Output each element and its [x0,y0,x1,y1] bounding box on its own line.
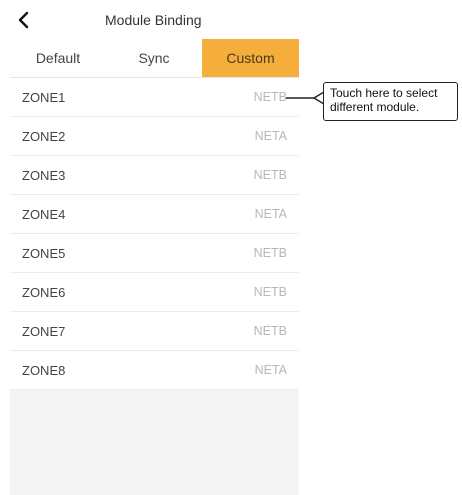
back-button[interactable] [10,6,38,34]
zone-module-value[interactable]: NETB [254,90,287,104]
header-bar: Module Binding [10,0,299,39]
tab-sync[interactable]: Sync [106,39,202,77]
zone-name: ZONE8 [22,363,66,378]
tab-default[interactable]: Default [10,39,106,77]
zone-row-1[interactable]: ZONE1 NETB [10,78,299,117]
module-binding-screen: Module Binding Default Sync Custom ZONE1… [10,0,299,495]
zone-module-value[interactable]: NETB [254,246,287,260]
zone-module-value[interactable]: NETA [255,207,287,221]
zone-name: ZONE3 [22,168,66,183]
zone-name: ZONE5 [22,246,66,261]
zone-row-7[interactable]: ZONE7 NETB [10,312,299,351]
zone-row-5[interactable]: ZONE5 NETB [10,234,299,273]
callout-line-1: Touch here to select [330,86,438,100]
binding-mode-tabs: Default Sync Custom [10,39,299,78]
zone-name: ZONE1 [22,90,66,105]
zone-name: ZONE4 [22,207,66,222]
zone-module-value[interactable]: NETB [254,168,287,182]
zone-module-value[interactable]: NETB [254,324,287,338]
zone-row-3[interactable]: ZONE3 NETB [10,156,299,195]
zone-row-2[interactable]: ZONE2 NETA [10,117,299,156]
zone-name: ZONE2 [22,129,66,144]
help-callout: Touch here to select different module. [323,82,458,121]
zone-list: ZONE1 NETB ZONE2 NETA ZONE3 NETB ZONE4 N… [10,78,299,390]
callout-pointer [286,91,325,105]
tab-custom[interactable]: Custom [202,39,299,77]
zone-module-value[interactable]: NETB [254,285,287,299]
zone-row-4[interactable]: ZONE4 NETA [10,195,299,234]
page: Module Binding Default Sync Custom ZONE1… [0,0,462,495]
zone-module-value[interactable]: NETA [255,129,287,143]
page-title: Module Binding [105,12,202,28]
zone-name: ZONE6 [22,285,66,300]
zone-module-value[interactable]: NETA [255,363,287,377]
zone-row-6[interactable]: ZONE6 NETB [10,273,299,312]
zone-name: ZONE7 [22,324,66,339]
zone-row-8[interactable]: ZONE8 NETA [10,351,299,390]
callout-line-2: different module. [330,100,420,114]
chevron-left-icon [18,11,29,29]
